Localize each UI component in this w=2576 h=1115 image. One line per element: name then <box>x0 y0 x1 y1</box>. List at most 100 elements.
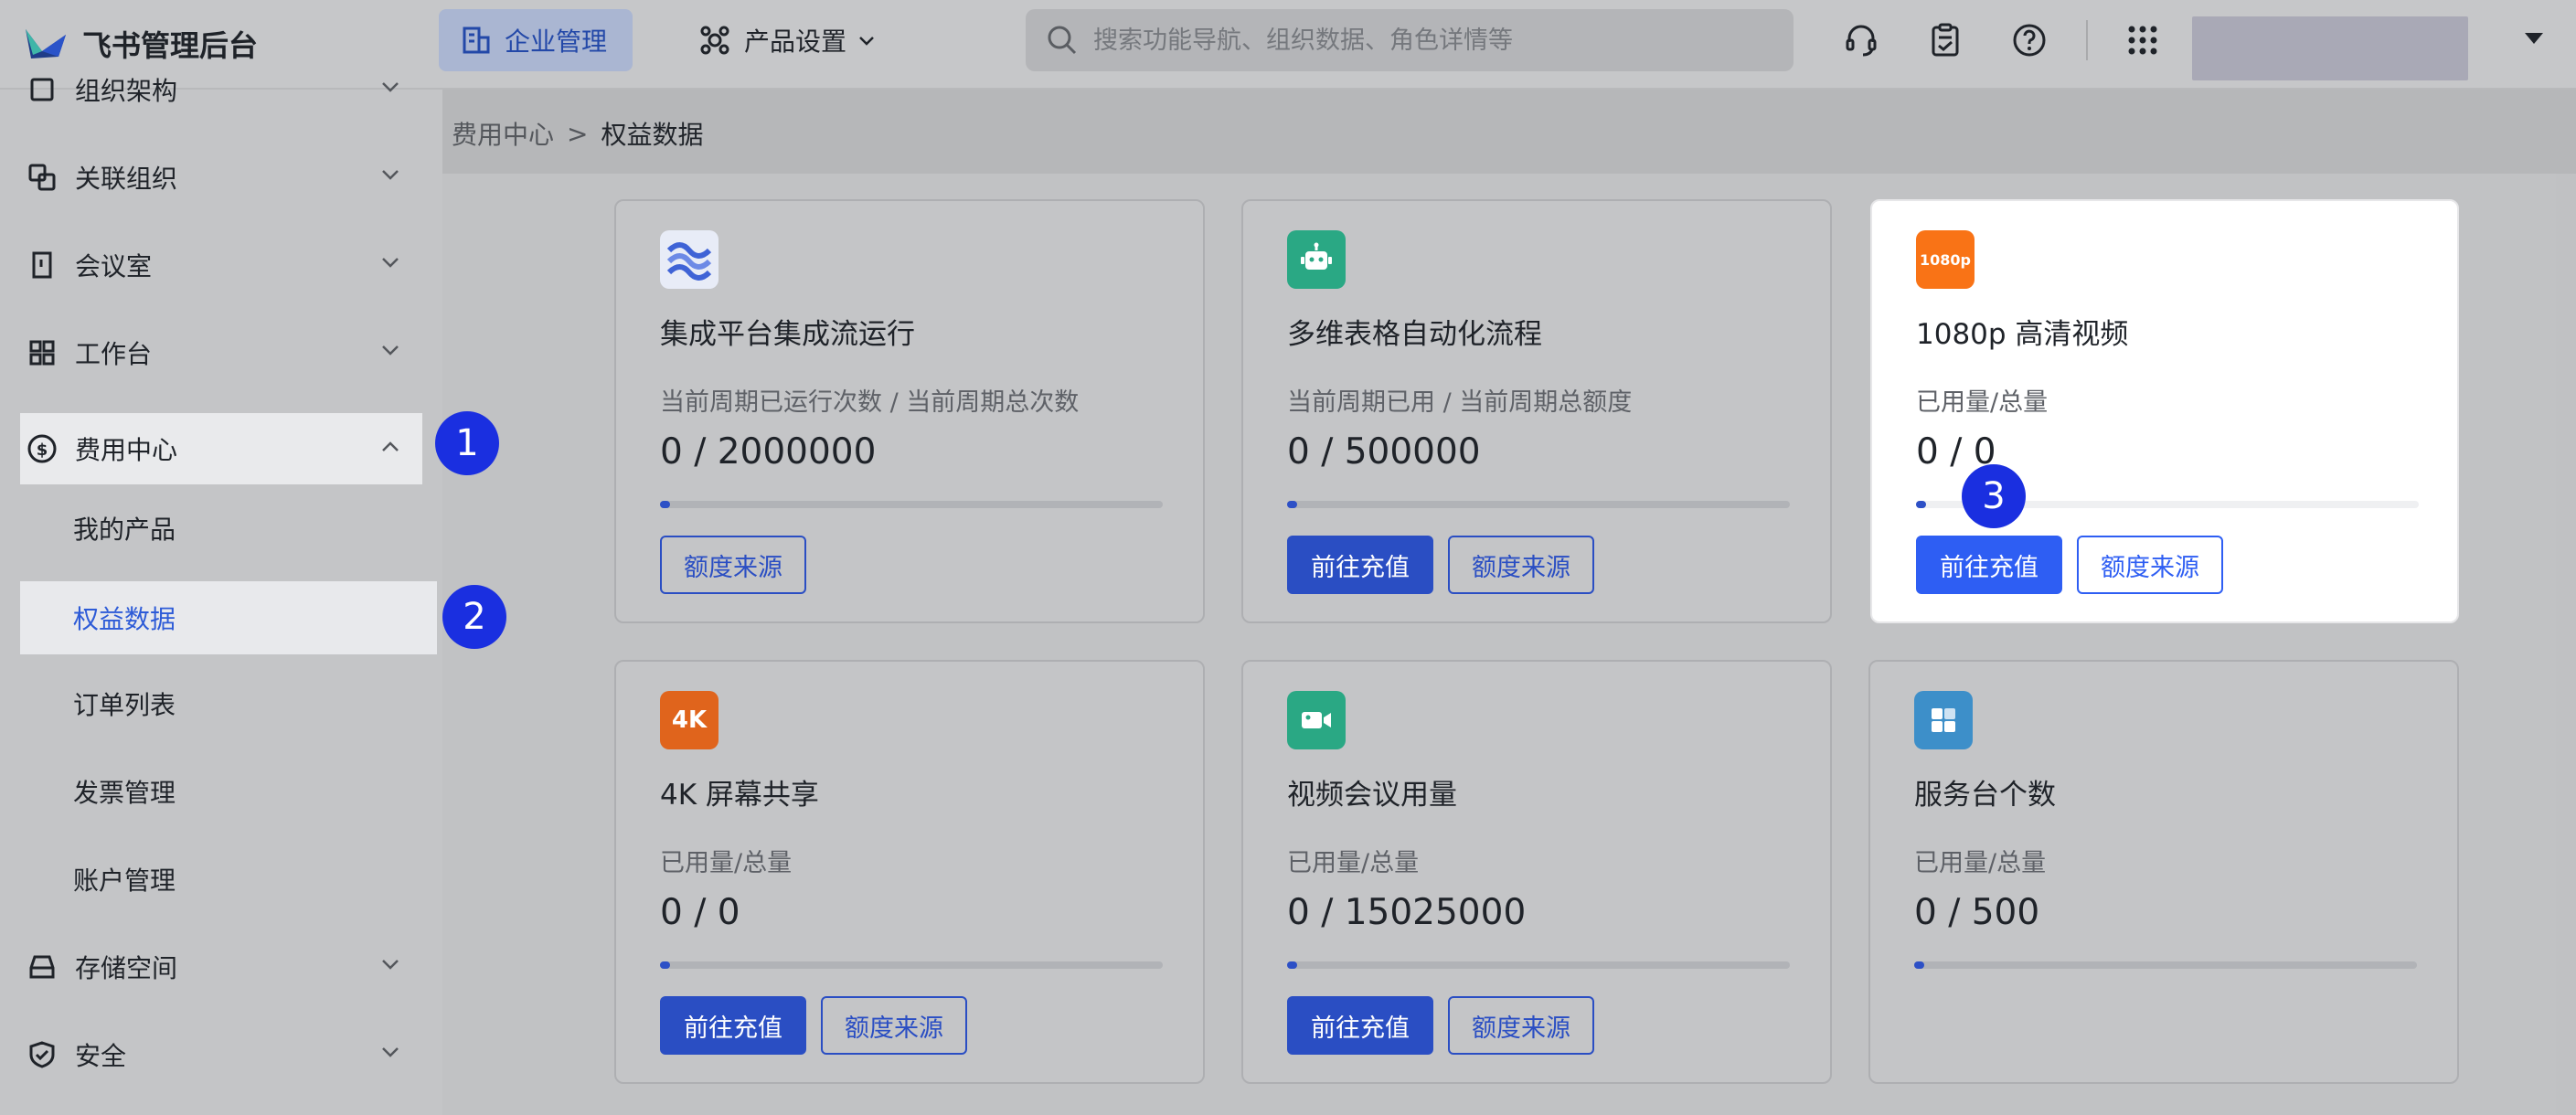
link-org-icon <box>26 161 59 194</box>
service-desk-icon <box>1914 691 1973 749</box>
card-subtitle: 当前周期已运行次数 / 当前周期总次数 <box>660 388 1080 417</box>
quota-source-button[interactable]: 额度来源 <box>660 536 806 594</box>
step-badge-3: 3 <box>1962 464 2026 528</box>
card-subtitle: 已用量/总量 <box>1287 849 1420 877</box>
sidebar-item-label: 存储空间 <box>75 953 178 983</box>
card-title: 集成平台集成流运行 <box>660 318 915 351</box>
usage-progress-bar <box>660 961 1163 969</box>
chevron-down-icon <box>382 960 399 970</box>
chevron-down-icon <box>382 258 399 268</box>
sidebar-item-org-structure[interactable]: 组织架构 <box>20 53 422 126</box>
nav-product-label: 产品设置 <box>744 27 847 57</box>
sidebar-item-label: 组织架构 <box>75 76 178 106</box>
card-subtitle: 已用量/总量 <box>1914 849 2047 877</box>
integration-icon <box>660 230 719 289</box>
usage-progress-bar <box>660 501 1163 508</box>
usage-progress-bar <box>1914 961 2417 969</box>
chevron-down-icon <box>382 170 399 180</box>
icon-label: 4K <box>671 706 708 734</box>
entitlement-card-1080p-video: 1080p 1080p 高清视频 已用量/总量 0 / 0 前往充值 额度来源 <box>1870 199 2459 623</box>
app-grid-icon[interactable] <box>2123 20 2163 60</box>
hd-1080p-icon: 1080p <box>1916 230 1975 289</box>
sidebar-subitem-my-products[interactable]: 我的产品 <box>20 492 437 565</box>
entitlement-card-video-meeting: 视频会议用量 已用量/总量 0 / 15025000 前往充值 额度来源 <box>1241 660 1832 1084</box>
video-camera-icon <box>1287 691 1346 749</box>
card-subtitle: 已用量/总量 <box>1916 388 2049 417</box>
dollar-icon: $ <box>26 432 59 465</box>
storage-icon <box>26 950 59 983</box>
card-title: 1080p 高清视频 <box>1916 318 2129 351</box>
nav-enterprise-label: 企业管理 <box>505 27 608 57</box>
quota-source-button[interactable]: 额度来源 <box>1448 536 1594 594</box>
card-usage-value: 0 / 500 <box>1914 892 2040 933</box>
sidebar-item-label: 工作台 <box>75 339 153 369</box>
chevron-down-icon <box>382 82 399 92</box>
entitlement-card-integration-flow: 集成平台集成流运行 当前周期已运行次数 / 当前周期总次数 0 / 200000… <box>614 199 1205 623</box>
search-icon <box>1048 26 1077 55</box>
sidebar-item-storage[interactable]: 存储空间 <box>20 930 422 1004</box>
usage-progress-bar <box>1287 501 1790 508</box>
caret-down-icon[interactable] <box>2523 29 2545 48</box>
user-account-redacted[interactable] <box>2192 16 2468 80</box>
chevron-down-icon <box>382 1047 399 1057</box>
breadcrumb: 费用中心 > 权益数据 <box>452 115 704 152</box>
sidebar-item-cost-center[interactable]: $ 费用中心 <box>20 413 422 484</box>
search-input[interactable] <box>1093 26 1788 55</box>
sidebar-item-label: 关联组织 <box>75 164 178 194</box>
nav-product-settings[interactable]: 产品设置 <box>698 9 876 71</box>
card-title: 多维表格自动化流程 <box>1287 318 1542 351</box>
org-icon <box>26 73 59 106</box>
breadcrumb-separator: > <box>567 118 589 149</box>
breadcrumb-parent[interactable]: 费用中心 <box>452 115 554 152</box>
sidebar-item-workbench[interactable]: 工作台 <box>20 316 422 389</box>
sidebar-subitem-entitlement-data[interactable]: 权益数据 <box>20 581 437 654</box>
sidebar-item-security[interactable]: 安全 <box>20 1018 422 1091</box>
recharge-button[interactable]: 前往充值 <box>1287 536 1433 594</box>
sidebar-subitem-account-management[interactable]: 账户管理 <box>20 843 437 916</box>
breadcrumb-current: 权益数据 <box>601 120 704 150</box>
icon-label: 1080p <box>1920 250 1971 269</box>
recharge-button[interactable]: 前往充值 <box>1916 536 2062 594</box>
entitlement-card-bitable-automation: 多维表格自动化流程 当前周期已用 / 当前周期总额度 0 / 500000 前往… <box>1241 199 1832 623</box>
card-title: 服务台个数 <box>1914 779 2056 812</box>
scroll-gutter <box>2556 174 2576 1115</box>
breadcrumb-bar <box>442 90 2576 174</box>
entitlement-card-service-desk: 服务台个数 已用量/总量 0 / 500 <box>1868 660 2459 1084</box>
quota-source-button[interactable]: 额度来源 <box>1448 996 1594 1055</box>
help-icon[interactable] <box>2009 20 2049 60</box>
card-subtitle: 当前周期已用 / 当前周期总额度 <box>1287 388 1633 417</box>
4k-icon: 4K <box>660 691 719 749</box>
svg-text:$: $ <box>37 441 48 460</box>
nav-enterprise-management[interactable]: 企业管理 <box>439 9 633 71</box>
quota-source-button[interactable]: 额度来源 <box>2077 536 2223 594</box>
card-title: 视频会议用量 <box>1287 779 1457 812</box>
sidebar-item-label: 会议室 <box>75 251 153 281</box>
recharge-button[interactable]: 前往充值 <box>660 996 806 1055</box>
sidebar: 组织架构 关联组织 会议室 工作台 $ 费用中心 我的产品 权益数据 订单列表 … <box>0 76 442 1115</box>
building-icon <box>463 27 490 54</box>
search-box[interactable] <box>1026 9 1794 71</box>
step-badge-1: 1 <box>435 411 499 475</box>
entitlement-card-4k-screen-share: 4K 4K 屏幕共享 已用量/总量 0 / 0 前往充值 额度来源 <box>614 660 1205 1084</box>
step-badge-2: 2 <box>442 585 506 649</box>
door-icon <box>26 249 59 281</box>
headset-icon[interactable] <box>1841 20 1881 60</box>
sidebar-subitem-invoice-management[interactable]: 发票管理 <box>20 755 437 828</box>
card-usage-value: 0 / 500000 <box>1287 431 1481 473</box>
clipboard-check-icon[interactable] <box>1925 20 1965 60</box>
card-usage-value: 0 / 0 <box>660 892 740 933</box>
sidebar-item-linked-org[interactable]: 关联组织 <box>20 141 422 214</box>
quota-source-button[interactable]: 额度来源 <box>821 996 967 1055</box>
chevron-down-icon <box>859 37 874 46</box>
card-subtitle: 已用量/总量 <box>660 849 793 877</box>
sidebar-item-label: 费用中心 <box>75 435 178 465</box>
sidebar-subitem-order-list[interactable]: 订单列表 <box>20 667 437 740</box>
sidebar-item-meeting-room[interactable]: 会议室 <box>20 228 422 302</box>
card-usage-value: 0 / 2000000 <box>660 431 877 473</box>
card-usage-value: 0 / 15025000 <box>1287 892 1527 933</box>
recharge-button[interactable]: 前往充值 <box>1287 996 1433 1055</box>
top-divider <box>2086 20 2088 60</box>
chevron-down-icon <box>382 345 399 356</box>
shield-icon <box>26 1038 59 1071</box>
grid-icon <box>26 336 59 369</box>
